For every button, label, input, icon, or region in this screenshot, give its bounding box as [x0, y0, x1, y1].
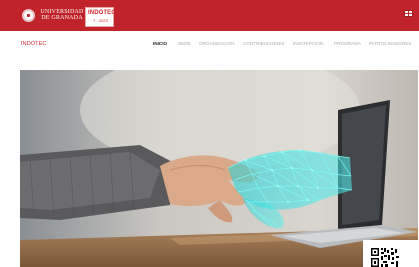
- nav-item-sede[interactable]: SEDE: [178, 41, 191, 46]
- hero-illustration: [20, 70, 418, 267]
- nav-item-programa[interactable]: PROGRAMA: [334, 41, 361, 46]
- logo-subtext: 7 · 2023: [93, 18, 108, 23]
- nav-item-patrocinadores[interactable]: PATROCINADORES: [369, 41, 411, 46]
- nav-item-organizacion[interactable]: ORGANIZACION: [199, 41, 234, 46]
- university-name[interactable]: UNIVERSIDAD DE GRANADA: [40, 9, 84, 21]
- qr-code-graphic: [371, 248, 399, 267]
- site-title[interactable]: INDOTEC: [21, 41, 46, 47]
- indotec-logo[interactable]: INDOTEC 7 · 2023: [85, 7, 116, 27]
- logo-text: INDOTEC: [88, 10, 116, 16]
- university-name-line2: DE GRANADA: [41, 15, 83, 21]
- university-crest-icon[interactable]: [22, 9, 35, 22]
- nav-item-inscripcion[interactable]: INSCRIPCION: [293, 41, 323, 46]
- uk-flag-icon[interactable]: [404, 10, 413, 17]
- nav-item-contribuciones[interactable]: CONTRIBUCIONES: [243, 41, 285, 46]
- nav-item-inicio[interactable]: INICIO: [153, 41, 167, 46]
- university-header-bar: UNIVERSIDAD DE GRANADA INDOTEC 7 · 2023: [0, 0, 419, 31]
- qr-code-icon[interactable]: [363, 240, 419, 267]
- hero-image: [20, 70, 418, 267]
